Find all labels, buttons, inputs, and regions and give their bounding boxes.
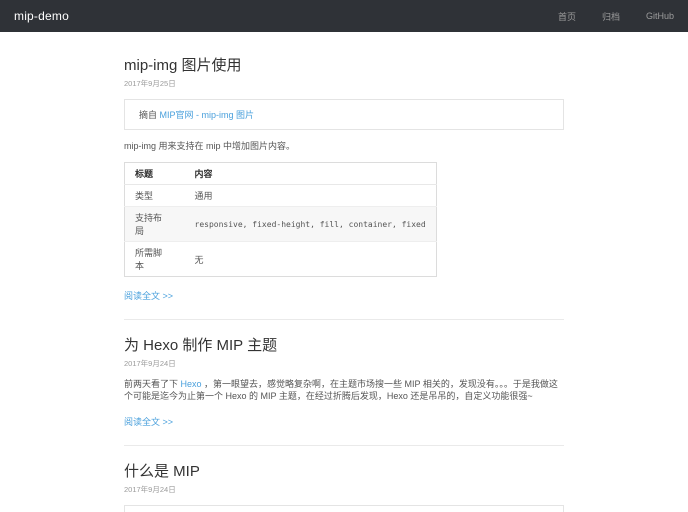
site-header: mip-demo 首页 归档 GitHub (0, 0, 688, 32)
post-paragraph: mip-img 用来支持在 mip 中增加图片内容。 (124, 140, 564, 152)
post-separator (124, 445, 564, 446)
nav-link-github[interactable]: GitHub (646, 11, 674, 21)
table-cell: 无 (194, 254, 204, 265)
table-row: 支持布局 responsive, fixed-height, fill, cont… (124, 206, 437, 242)
text-segment: 摘自 (139, 110, 160, 120)
post-title[interactable]: 为 Hexo 制作 MIP 主题 (124, 334, 564, 355)
quote-block: 摘自 MIP官网 - mip-img 图片 (124, 99, 564, 130)
nav-link-home[interactable]: 首页 (558, 10, 576, 23)
post-date: 2017年9月24日 (124, 359, 176, 368)
table-body: 类型 通用 支持布局 responsive, fixed-height, fill, … (124, 184, 437, 277)
site-brand[interactable]: mip-demo (14, 9, 69, 23)
table-cell: 通用 (184, 184, 437, 207)
code-value: responsive, fixed-height, fill, containe… (194, 220, 426, 229)
table-cell: 类型 (124, 184, 185, 207)
table-cell: responsive, fixed-height, fill, containe… (184, 206, 437, 242)
attributes-table: 标题 内容 类型 通用 支持布局 responsive, fixed-height, fi… (124, 162, 437, 277)
post-separator (124, 319, 564, 320)
post: 为 Hexo 制作 MIP 主题 2017年9月24日前两天看了下 Hexo ，第… (124, 334, 564, 430)
post-paragraph: 前两天看了下 Hexo ，第一眼望去，感觉略复杂啊，在主题市场搜一些 MIP 相… (124, 378, 564, 402)
post-title[interactable]: 什么是 MIP (124, 460, 564, 481)
read-more-link[interactable]: 阅读全文 >> (124, 415, 173, 428)
inline-link[interactable]: MIP官网 - mip-img 图片 (160, 110, 255, 120)
read-more-link[interactable]: 阅读全文 >> (124, 289, 173, 302)
text-segment: 前两天看了下 (124, 379, 181, 389)
quote-block: 摘自 MIP官网 (124, 505, 564, 512)
table-cell: 支持布局 (124, 206, 185, 242)
post: mip-img 图片使用 2017年9月25日 摘自 MIP官网 - mip-img… (124, 54, 564, 304)
table-row: 所需脚本 无 (125, 242, 437, 277)
post-date: 2017年9月25日 (124, 79, 176, 88)
table-cell: 所需脚本 (135, 248, 163, 271)
table-head: 标题 内容 (124, 162, 437, 185)
table-header-cell: 标题 (124, 162, 185, 185)
table-header-row: 标题 内容 (124, 162, 437, 185)
text-segment: mip-img 用来支持在 mip 中增加图片内容。 (124, 141, 296, 151)
nav-link-archives[interactable]: 归档 (602, 10, 620, 23)
post-date: 2017年9月24日 (124, 485, 176, 494)
inline-link[interactable]: Hexo (181, 379, 202, 389)
table-row: 类型 通用 (124, 184, 437, 207)
post-feed: mip-img 图片使用 2017年9月25日 摘自 MIP官网 - mip-img… (124, 32, 564, 512)
table-header-cell: 内容 (184, 162, 437, 185)
post-title[interactable]: mip-img 图片使用 (124, 54, 564, 75)
post: 什么是 MIP2017年9月24日摘自 MIP官网MIP （Mobile Ins… (124, 460, 564, 512)
header-nav: 首页 归档 GitHub (532, 10, 674, 23)
